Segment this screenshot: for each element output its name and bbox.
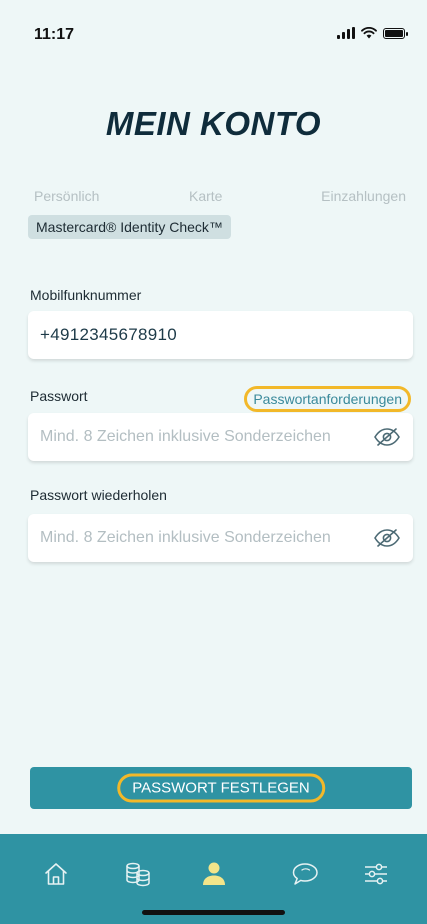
password-placeholder: Mind. 8 Zeichen inklusive Sonderzeichen (40, 428, 331, 445)
mobile-value: +4912345678910 (40, 325, 178, 344)
wifi-icon (361, 27, 377, 39)
password-label: Passwort (30, 388, 88, 404)
nav-settings[interactable] (358, 856, 394, 892)
eye-slash-icon[interactable] (373, 527, 401, 549)
mobile-label: Mobilfunknummer (30, 287, 142, 303)
battery-icon (383, 27, 408, 39)
account-tabs: Persönlich Karte Einzahlungen (0, 188, 427, 208)
password-repeat-field[interactable]: Mind. 8 Zeichen inklusive Sonderzeichen (28, 514, 413, 562)
chat-icon (292, 863, 318, 885)
tab-einzahlungen[interactable]: Einzahlungen (321, 188, 406, 204)
tab-persoenlich[interactable]: Persönlich (34, 188, 99, 204)
coins-icon (126, 862, 150, 887)
password-requirements-link[interactable]: Passwortanforderungen (244, 386, 411, 412)
profile-icon (203, 862, 225, 885)
password-repeat-label: Passwort wiederholen (30, 487, 167, 503)
page-title: MEIN KONTO (105, 105, 322, 142)
nav-home[interactable] (38, 856, 74, 892)
tab-karte[interactable]: Karte (189, 188, 222, 204)
eye-slash-icon[interactable] (373, 426, 401, 448)
status-bar: 11:17 (0, 0, 427, 60)
set-password-button[interactable]: PASSWORT FESTLEGEN (30, 767, 412, 809)
tab-identity-check[interactable]: Mastercard® Identity Check™ (28, 215, 231, 239)
signal-icon (337, 27, 355, 39)
settings-sliders-icon (365, 863, 387, 885)
status-icons (337, 27, 408, 39)
bottom-nav (0, 834, 427, 924)
set-password-button-label: PASSWORT FESTLEGEN (117, 773, 325, 803)
mobile-field[interactable]: +4912345678910 (28, 311, 413, 359)
password-field[interactable]: Mind. 8 Zeichen inklusive Sonderzeichen (28, 413, 413, 461)
nav-coins[interactable] (120, 856, 156, 892)
home-indicator (142, 910, 285, 915)
nav-profile[interactable] (196, 856, 232, 892)
home-icon (45, 863, 67, 885)
status-time: 11:17 (34, 26, 75, 43)
nav-chat[interactable] (288, 856, 324, 892)
password-repeat-placeholder: Mind. 8 Zeichen inklusive Sonderzeichen (40, 529, 331, 546)
